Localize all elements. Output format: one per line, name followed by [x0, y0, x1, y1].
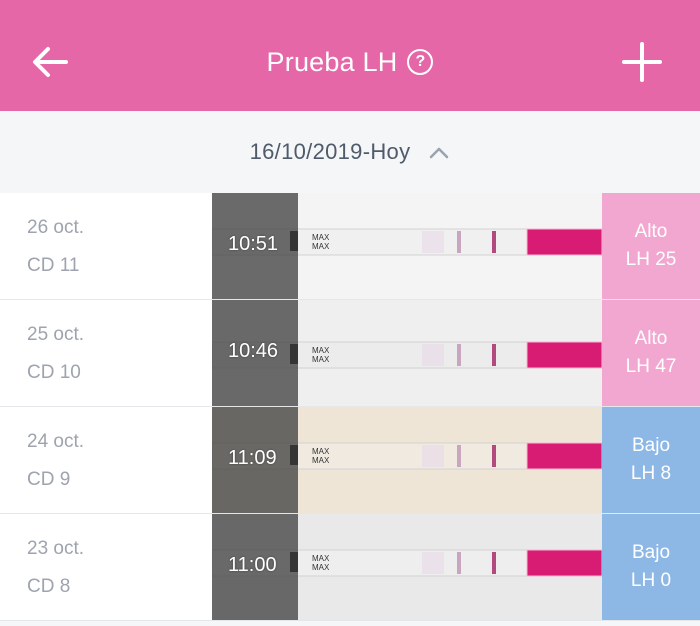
chevron-up-icon	[430, 147, 449, 159]
app-bar: Prueba LH ?	[0, 0, 700, 111]
test-strip-photo[interactable]: MAX MAX 11:00	[212, 514, 602, 620]
date-column: 23 oct. CD 8	[27, 538, 84, 598]
strip-max-label-2: MAX	[312, 355, 330, 364]
cycle-day: CD 8	[27, 576, 71, 597]
test-time: 10:51	[228, 233, 279, 255]
test-strip-photo[interactable]: MAX MAX 11:09	[212, 407, 602, 513]
cycle-day: CD 9	[27, 469, 71, 490]
date-column: 24 oct. CD 9	[27, 431, 84, 491]
lh-value: LH 47	[625, 356, 677, 377]
result-level: Alto	[634, 328, 668, 349]
strip-max-label-2: MAX	[312, 563, 330, 572]
test-row[interactable]: 25 oct. CD 10 MAX MAX 10:46 Alto LH 47	[0, 300, 700, 407]
result-badge: Alto LH 25	[602, 193, 700, 299]
test-time: 11:09	[228, 447, 277, 469]
date-column: 26 oct. CD 11	[27, 217, 84, 277]
entry-date: 23 oct.	[27, 538, 85, 559]
plus-icon	[622, 42, 662, 82]
add-button[interactable]	[612, 34, 672, 90]
lh-value: LH 25	[625, 249, 677, 270]
date-column: 25 oct. CD 10	[27, 324, 84, 384]
test-row[interactable]: 24 oct. CD 9 MAX MAX 11:09 Bajo LH 8	[0, 407, 700, 514]
lh-test-list: 26 oct. CD 11 MAX MAX 10:51 Alto LH 25 2…	[0, 193, 700, 621]
help-icon[interactable]: ?	[407, 49, 434, 75]
result-badge: Bajo LH 0	[602, 514, 700, 620]
help-symbol: ?	[415, 53, 426, 70]
title-wrap: Prueba LH ?	[0, 42, 700, 82]
strip-max-label-2: MAX	[312, 242, 330, 251]
test-time: 11:00	[228, 554, 277, 576]
result-level: Alto	[634, 221, 668, 242]
date-range-label: 16/10/2019-Hoy	[249, 139, 411, 164]
test-row[interactable]: 26 oct. CD 11 MAX MAX 10:51 Alto LH 25	[0, 193, 700, 300]
test-strip-photo[interactable]: MAX MAX 10:51	[212, 193, 602, 299]
cycle-day: CD 11	[27, 255, 80, 276]
strip-max-label-1: MAX	[312, 346, 330, 355]
lh-value: LH 8	[630, 463, 672, 484]
strip-max-label-1: MAX	[312, 447, 330, 456]
entry-date: 24 oct.	[27, 431, 85, 452]
cycle-day: CD 10	[27, 362, 81, 383]
test-row[interactable]: 23 oct. CD 8 MAX MAX 11:00 Bajo LH 0	[0, 514, 700, 621]
strip-max-label-1: MAX	[312, 233, 330, 242]
date-range-bar: 16/10/2019-Hoy	[0, 111, 700, 193]
entry-date: 26 oct.	[27, 217, 85, 238]
lh-value: LH 0	[630, 570, 672, 591]
test-time: 10:46	[228, 340, 279, 362]
test-strip-photo[interactable]: MAX MAX 10:46	[212, 300, 602, 406]
result-badge: Bajo LH 8	[602, 407, 700, 513]
result-level: Bajo	[631, 435, 671, 456]
strip-max-label-1: MAX	[312, 554, 330, 563]
page-title: Prueba LH	[266, 46, 398, 77]
strip-max-label-2: MAX	[312, 456, 330, 465]
result-badge: Alto LH 47	[602, 300, 700, 406]
result-level: Bajo	[631, 542, 671, 563]
date-range-toggle[interactable]: 16/10/2019-Hoy	[0, 111, 700, 193]
entry-date: 25 oct.	[27, 324, 85, 345]
